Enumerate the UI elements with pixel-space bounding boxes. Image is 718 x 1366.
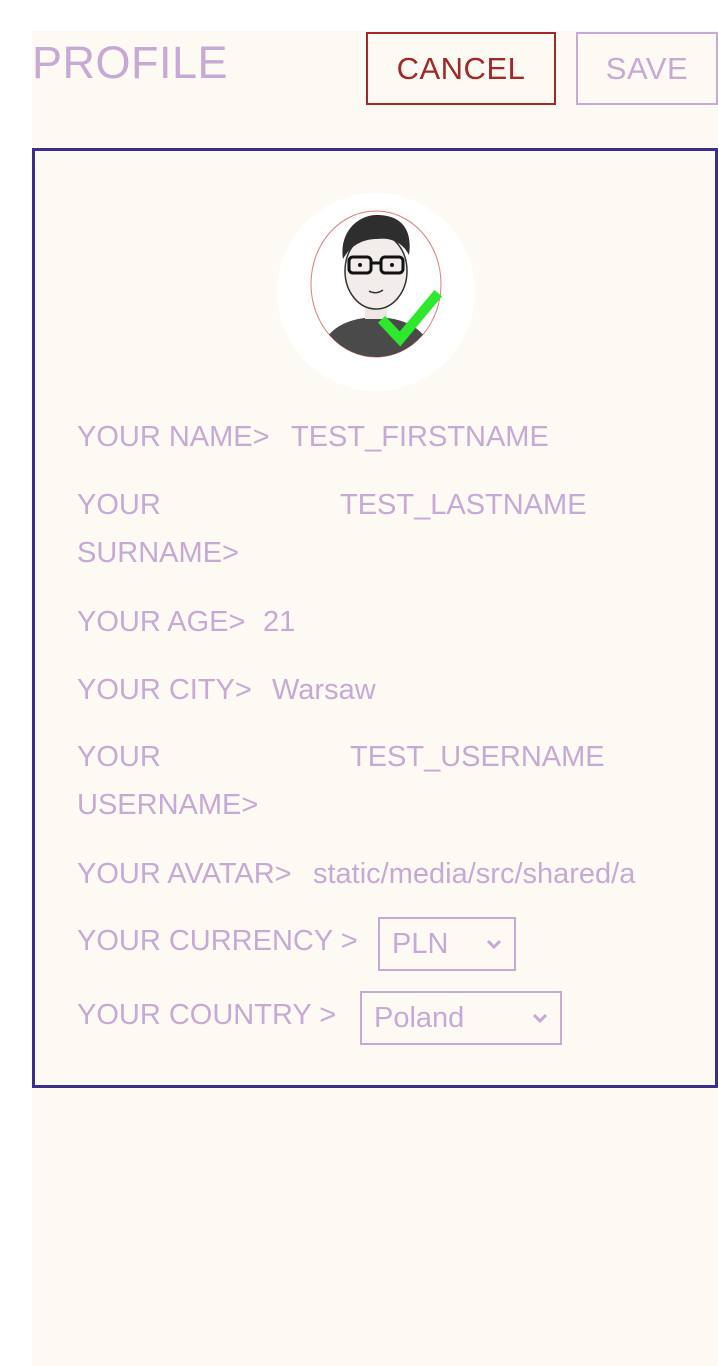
age-value: 21: [263, 606, 296, 638]
country-select[interactable]: Poland: [360, 991, 562, 1045]
surname-value: TEST_LASTNAME: [340, 489, 587, 521]
chevron-down-icon: [532, 1013, 548, 1023]
page-title: PROFILE: [32, 37, 229, 88]
country-selected: Poland: [374, 1001, 465, 1034]
profile-card: YOUR NAME> TEST_FIRSTNAME YOUR SURNAME> …: [32, 148, 718, 1088]
name-value: TEST_FIRSTNAME: [291, 421, 549, 453]
chevron-down-icon: [486, 939, 502, 949]
username-value: TEST_USERNAME: [350, 741, 605, 773]
country-label: YOUR COUNTRY >: [77, 999, 337, 1031]
avatar-value: static/media/src/shared/a: [313, 858, 636, 890]
avatar-label: YOUR AVATAR>: [77, 858, 292, 890]
username-label: YOUR USERNAME>: [77, 741, 259, 821]
currency-selected: PLN: [392, 927, 449, 960]
surname-label: YOUR SURNAME>: [77, 489, 239, 569]
age-label: YOUR AGE>: [77, 606, 246, 638]
name-label: YOUR NAME>: [77, 421, 270, 453]
save-button[interactable]: SAVE: [576, 32, 718, 105]
avatar-illustration: [310, 210, 443, 358]
profile-page: PROFILE CANCEL SAVE YOUR NAME> TEST_FIRS…: [32, 31, 718, 1366]
currency-select[interactable]: PLN: [378, 917, 516, 971]
cancel-button[interactable]: CANCEL: [366, 32, 556, 105]
city-label: YOUR CITY>: [77, 674, 252, 706]
currency-label: YOUR CURRENCY >: [77, 925, 358, 957]
avatar[interactable]: [277, 193, 475, 391]
city-value: Warsaw: [272, 674, 376, 706]
